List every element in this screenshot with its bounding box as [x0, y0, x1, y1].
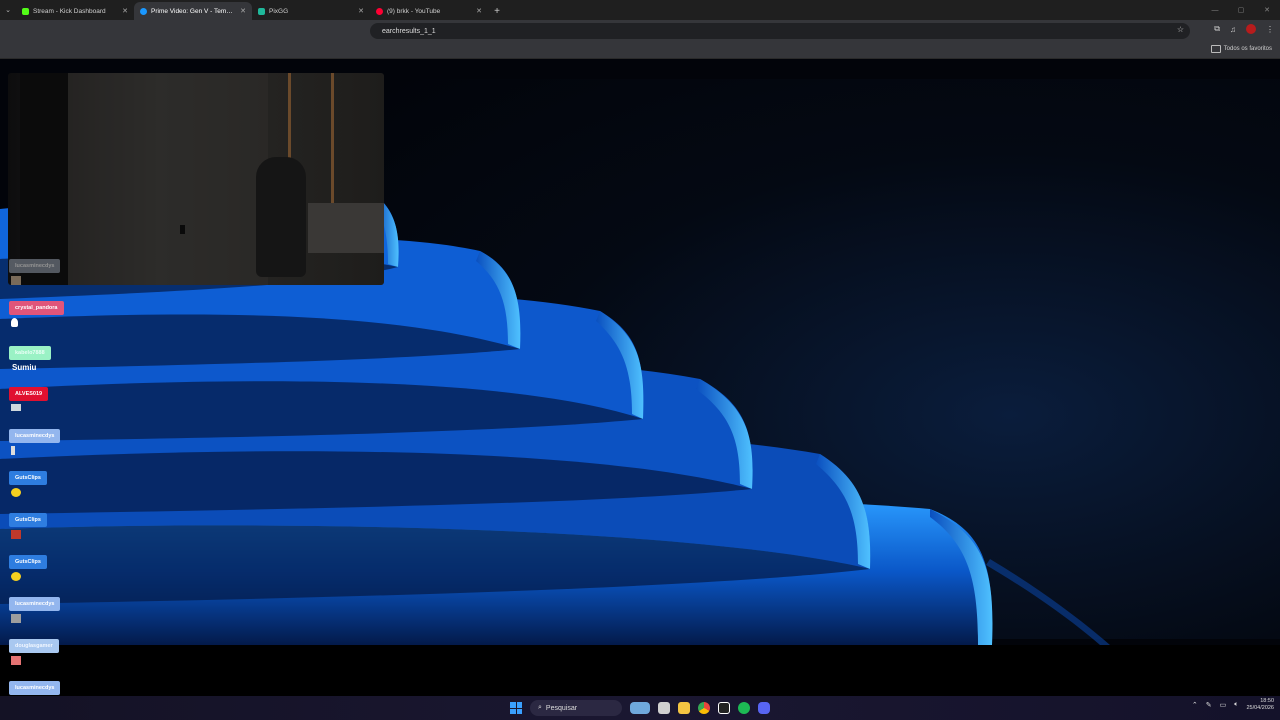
kick-favicon-icon [22, 7, 29, 15]
task-view-icon[interactable] [658, 702, 670, 714]
tab-pixgg[interactable]: PixGG ✕ [252, 2, 370, 20]
chat-username: kabelo7888 [9, 346, 51, 360]
chat-username: crystal_pandora [9, 301, 64, 315]
chat-username: douglasgamer [9, 639, 59, 653]
menu-icon[interactable]: ⋮ [1266, 25, 1274, 34]
discord-icon[interactable] [758, 702, 770, 714]
tab-kick-dashboard[interactable]: Stream - Kick Dashboard ✕ [16, 2, 134, 20]
tab-strip: ⌄ Stream - Kick Dashboard ✕ Prime Video:… [0, 0, 1280, 20]
video-canvas [0, 59, 1280, 645]
prime-favicon-icon [140, 7, 147, 15]
hand-emote-icon [11, 656, 21, 665]
all-bookmarks-button[interactable]: Todos os favoritos [1210, 45, 1272, 53]
tab-title: Prime Video: Gen V - Tempora… [151, 7, 236, 15]
chat-username: ALVES019 [9, 387, 49, 401]
new-tab-button[interactable]: + [488, 2, 506, 20]
tab-title: Stream - Kick Dashboard [33, 7, 106, 15]
tab-close-icon[interactable]: ✕ [122, 7, 128, 15]
widgets-icon[interactable] [630, 702, 650, 714]
tab-title: (9) brkk - YouTube [387, 7, 441, 15]
bookmarks-bar: Todos os favoritos [0, 42, 1280, 59]
bookmark-star-icon[interactable]: ☆ [1177, 25, 1184, 34]
tray-chevron-icon[interactable]: ⌃ [1192, 701, 1198, 709]
clock-time: 18:50 [1260, 698, 1274, 704]
file-explorer-icon[interactable] [678, 702, 690, 714]
clock-date: 25/04/2026 [1246, 705, 1274, 711]
avatar-sticker-icon [11, 276, 21, 285]
chat-username: lucasminecdys [9, 681, 61, 695]
address-text: earchresults_1_1 [382, 27, 436, 35]
system-tray: ⌃ ✎ ▭ 🔈︎ 18:50 25/04/2026 [1192, 698, 1274, 712]
chat-message: lucasminecdys [9, 254, 61, 285]
volume-icon[interactable]: 🔈︎ [1234, 701, 1238, 709]
webcam-outlet [180, 225, 185, 234]
webcam-overlay [8, 73, 384, 285]
chat-message: douglasgamer [9, 634, 59, 665]
window-controls: — ▢ ✕ [1202, 0, 1280, 20]
windows-taskbar: ⌕ Pesquisar ⌃ ✎ ▭ 🔈︎ 18:50 25/04/2026 [0, 696, 1280, 720]
chat-message: ALVES019 [9, 382, 49, 411]
chat-text: Sumiu [12, 363, 37, 372]
sword-emote-icon [11, 446, 15, 455]
pokeball-emote-icon [11, 488, 21, 497]
pixgg-favicon-icon [258, 7, 265, 15]
chat-message: kabelo7888 Sumiu [9, 341, 51, 372]
chat-username: GutsClips [9, 555, 47, 569]
tab-prime-video[interactable]: Prime Video: Gen V - Tempora… ✕ [134, 2, 252, 20]
car-emote-icon [11, 404, 21, 411]
spotify-icon[interactable] [738, 702, 750, 714]
search-placeholder: Pesquisar [545, 704, 578, 712]
chat-message: crystal_pandora [9, 296, 64, 327]
pokeball-emote-icon [11, 572, 21, 581]
webcam-wall [68, 73, 268, 285]
tab-close-icon[interactable]: ✕ [358, 7, 364, 15]
taskbar-search[interactable]: ⌕ Pesquisar [530, 700, 622, 716]
profile-avatar-icon[interactable] [1246, 24, 1256, 34]
chat-message: GutsClips [9, 550, 47, 581]
chat-message: lucasminecdys [9, 592, 61, 623]
media-control-icon[interactable]: ♫ [1230, 25, 1236, 34]
tab-close-icon[interactable]: ✕ [476, 7, 482, 15]
bookmarks-label: Todos os favoritos [1223, 46, 1272, 52]
clock[interactable]: 18:50 25/04/2026 [1246, 698, 1274, 712]
chat-username: lucasminecdys [9, 597, 61, 611]
tab-youtube[interactable]: (9) brkk - YouTube ✕ [370, 2, 488, 20]
youtube-favicon-icon [376, 7, 383, 15]
ghost-emote-icon [11, 318, 18, 327]
tab-close-icon[interactable]: ✕ [240, 7, 246, 15]
webcam-chair [256, 157, 306, 277]
chrome-icon[interactable] [698, 702, 710, 714]
tab-search-icon[interactable]: ⌄ [0, 0, 16, 20]
search-icon: ⌕ [538, 704, 542, 711]
chest-emote-icon [11, 530, 21, 539]
pen-icon[interactable]: ✎ [1206, 701, 1212, 709]
tab-title: PixGG [269, 7, 289, 15]
maximize-icon[interactable]: ▢ [1228, 0, 1254, 20]
chat-message: lucasminecdys [9, 424, 61, 455]
close-window-icon[interactable]: ✕ [1254, 0, 1280, 20]
minimize-icon[interactable]: — [1202, 0, 1228, 20]
chat-username: lucasminecdys [9, 259, 61, 273]
browser-toolbar: earchresults_1_1 ☆ ⧉ ♫ ⋮ [0, 20, 1280, 42]
extensions-icon[interactable]: ⧉ [1214, 24, 1220, 34]
taskbar-center: ⌕ Pesquisar [510, 699, 770, 717]
toolbar-icons: ⧉ ♫ ⋮ [1214, 24, 1274, 34]
chat-message: GutsClips [9, 508, 47, 539]
address-bar[interactable]: earchresults_1_1 ☆ [370, 23, 1190, 39]
capcut-icon[interactable] [718, 702, 730, 714]
robot-emote-icon [11, 614, 21, 623]
network-icon[interactable]: ▭ [1220, 701, 1227, 709]
chat-username: GutsClips [9, 471, 47, 485]
folder-icon [1210, 45, 1221, 53]
chat-message: GutsClips [9, 466, 47, 497]
chat-username: lucasminecdys [9, 429, 61, 443]
webcam-desk [308, 203, 384, 253]
chat-username: GutsClips [9, 513, 47, 527]
windows-start-icon[interactable] [510, 702, 522, 714]
